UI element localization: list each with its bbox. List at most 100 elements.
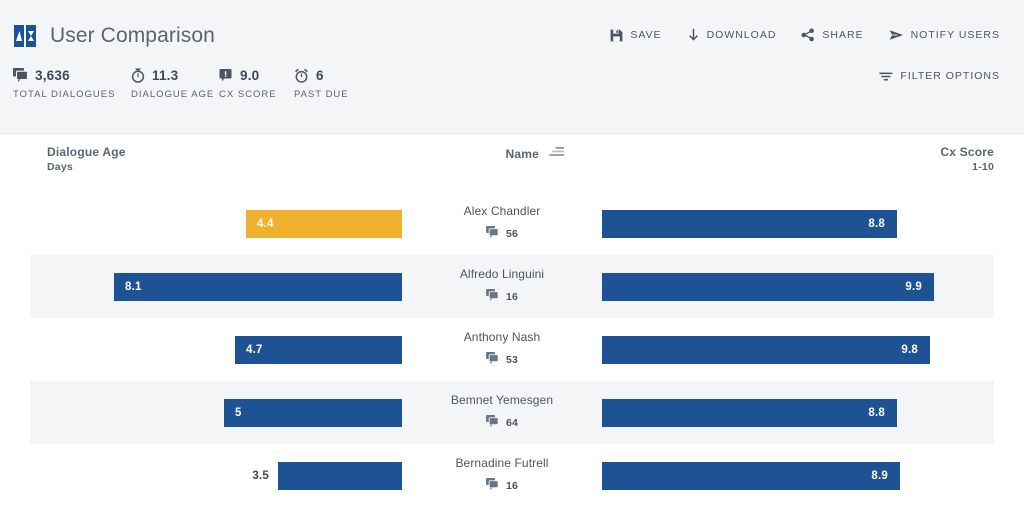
save-button[interactable]: SAVE <box>610 29 661 42</box>
dialogue-count-value: 64 <box>506 417 518 429</box>
app-logo-icon <box>14 25 36 47</box>
person-name[interactable]: Alex Chandler <box>464 204 541 218</box>
share-nodes-icon <box>801 28 815 42</box>
cx-score-bar[interactable]: 8.9 <box>602 462 900 490</box>
table-row[interactable]: 5 Bemnet Yemesgen 64 8.8 <box>0 381 1024 444</box>
stat-label: PAST DUE <box>294 89 349 100</box>
cell-cx-score: 8.9 <box>602 444 994 507</box>
stopwatch-icon <box>131 68 145 83</box>
stat-value: 6 <box>316 68 324 83</box>
cell-name: Alfredo Linguini 16 <box>402 255 602 318</box>
person-name[interactable]: Bernadine Futrell <box>455 456 548 470</box>
dialogue-count: 53 <box>486 351 518 369</box>
stat-label: TOTAL DIALOGUES <box>13 89 131 100</box>
stat-past-due: 6 PAST DUE <box>294 66 349 100</box>
cx-score-value: 9.9 <box>905 281 934 293</box>
cell-cx-score: 8.8 <box>602 381 994 444</box>
cx-score-value: 8.8 <box>868 407 897 419</box>
cell-name: Anthony Nash 53 <box>402 318 602 381</box>
filter-lines-icon <box>879 71 893 82</box>
dialogue-age-bar[interactable]: 4.4 <box>246 210 402 238</box>
table-row[interactable]: 4.7 Anthony Nash 53 9.8 <box>0 318 1024 381</box>
chat-bubble-icon <box>486 225 499 243</box>
cell-cx-score: 9.9 <box>602 255 994 318</box>
chat-bubble-icon <box>486 288 499 306</box>
paper-plane-icon <box>889 29 904 41</box>
dialogue-age-value: 5 <box>224 407 242 419</box>
header-toolbar: SAVE DOWNLOAD <box>610 28 1000 42</box>
table-row[interactable]: 4.4 Alex Chandler 56 8.8 <box>0 192 1024 255</box>
download-button[interactable]: DOWNLOAD <box>687 28 777 42</box>
person-name[interactable]: Bemnet Yemesgen <box>451 393 553 407</box>
chat-bubble-icon <box>486 414 499 432</box>
cell-dialogue-age: 3.5 <box>0 444 402 507</box>
user-comparison-page: User Comparison 3,636 TOTAL DIAL <box>0 0 1024 528</box>
stat-value: 3,636 <box>35 68 70 83</box>
dialogue-count: 56 <box>486 225 518 243</box>
chat-bubble-icon <box>486 351 499 369</box>
cx-score-bar[interactable]: 8.8 <box>602 399 897 427</box>
cell-dialogue-age: 4.7 <box>0 318 402 381</box>
column-header-name[interactable]: Name <box>455 145 565 163</box>
table-row[interactable]: 8.1 Alfredo Linguini 16 9.9 <box>0 255 1024 318</box>
dialogue-age-value: 4.4 <box>246 218 274 230</box>
comparison-table: Dialogue Age Days Name Cx Score 1-10 4.4… <box>0 134 1024 507</box>
notify-users-button[interactable]: NOTIFY USERS <box>889 29 1000 41</box>
stat-label: CX SCORE <box>219 89 294 100</box>
cell-name: Bernadine Futrell 16 <box>402 444 602 507</box>
dialogue-age-bar[interactable]: 5 <box>224 399 402 427</box>
column-title: Name <box>506 147 539 161</box>
cx-score-bar[interactable]: 8.8 <box>602 210 897 238</box>
dialogue-age-value: 3.5 <box>252 470 269 482</box>
cell-dialogue-age: 5 <box>0 381 402 444</box>
stat-label: DIALOGUE AGE <box>131 89 219 100</box>
stat-dialogue-age: 11.3 DIALOGUE AGE <box>131 66 219 100</box>
column-headers: Dialogue Age Days Name Cx Score 1-10 <box>0 134 1024 192</box>
filter-options-label: FILTER OPTIONS <box>900 70 1000 82</box>
column-header-cx-score: Cx Score 1-10 <box>940 145 994 173</box>
cx-score-bar[interactable]: 9.8 <box>602 336 930 364</box>
column-title: Cx Score <box>940 145 994 159</box>
cell-dialogue-age: 8.1 <box>0 255 402 318</box>
dialogue-count-value: 16 <box>506 480 518 492</box>
column-subtitle: Days <box>47 161 126 173</box>
cell-cx-score: 9.8 <box>602 318 994 381</box>
dialogue-age-bar[interactable]: 4.7 <box>235 336 402 364</box>
alert-bubble-icon <box>219 68 233 82</box>
chat-bubble-icon <box>486 477 499 495</box>
share-button[interactable]: SHARE <box>801 28 863 42</box>
chat-bubble-icon <box>13 68 28 82</box>
cx-score-bar[interactable]: 9.9 <box>602 273 934 301</box>
cx-score-value: 8.8 <box>868 218 897 230</box>
dialogue-age-bar[interactable] <box>278 462 402 490</box>
cell-dialogue-age: 4.4 <box>0 192 402 255</box>
table-row[interactable]: 3.5 Bernadine Futrell 16 8.9 <box>0 444 1024 507</box>
dialogue-count-value: 53 <box>506 354 518 366</box>
title-row: User Comparison <box>14 24 215 48</box>
dialogue-age-value: 8.1 <box>114 281 142 293</box>
cell-cx-score: 8.8 <box>602 192 994 255</box>
dialogue-count: 64 <box>486 414 518 432</box>
column-subtitle: 1-10 <box>940 161 994 173</box>
download-label: DOWNLOAD <box>707 29 777 41</box>
summary-stats: 3,636 TOTAL DIALOGUES 11.3 <box>13 66 349 100</box>
cell-name: Alex Chandler 56 <box>402 192 602 255</box>
dialogue-count: 16 <box>486 288 518 306</box>
stat-total-dialogues: 3,636 TOTAL DIALOGUES <box>13 66 131 100</box>
person-name[interactable]: Anthony Nash <box>464 330 541 344</box>
filter-options-button[interactable]: FILTER OPTIONS <box>879 70 1000 82</box>
page-header: User Comparison 3,636 TOTAL DIAL <box>0 0 1024 134</box>
dialogue-count-value: 56 <box>506 228 518 240</box>
cx-score-value: 9.8 <box>901 344 930 356</box>
dialogue-count: 16 <box>486 477 518 495</box>
stat-cx-score: 9.0 CX SCORE <box>219 66 294 100</box>
cell-name: Bemnet Yemesgen 64 <box>402 381 602 444</box>
stat-value: 9.0 <box>240 68 259 83</box>
dialogue-age-value: 4.7 <box>235 344 263 356</box>
table-rows: 4.4 Alex Chandler 56 8.8 8.1 Alfredo Linguini… <box>0 192 1024 507</box>
sort-lines-icon[interactable] <box>549 145 565 163</box>
person-name[interactable]: Alfredo Linguini <box>460 267 544 281</box>
dialogue-age-bar[interactable]: 8.1 <box>114 273 402 301</box>
dialogue-count-value: 16 <box>506 291 518 303</box>
column-title: Dialogue Age <box>47 145 126 159</box>
